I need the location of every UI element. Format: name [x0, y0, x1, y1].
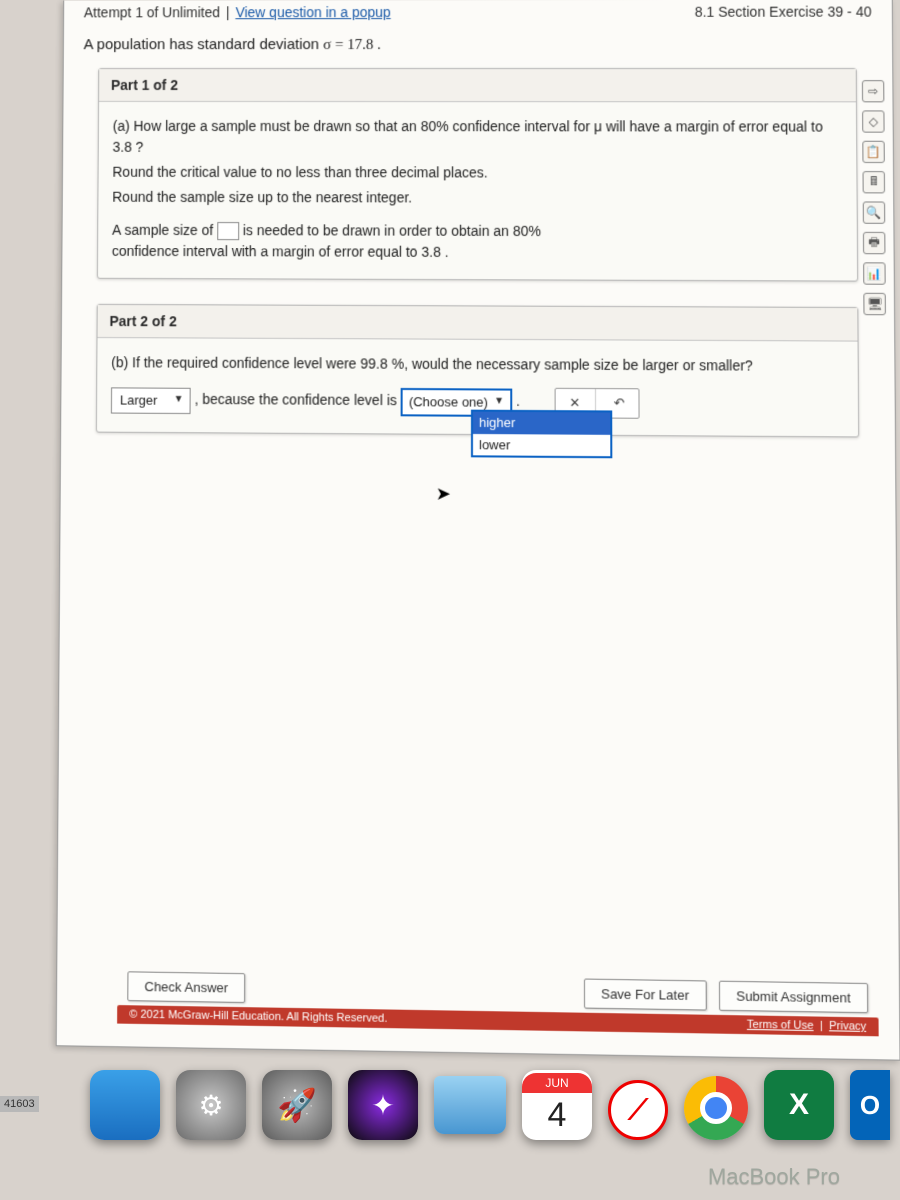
submit-assignment-button[interactable]: Submit Assignment	[719, 981, 869, 1014]
reason-dropdown[interactable]: higher lower	[471, 410, 612, 459]
view-in-popup-link[interactable]: View question in a popup	[235, 4, 390, 20]
outlook-icon[interactable]: O	[850, 1070, 890, 1140]
section-label: 8.1 Section Exercise 39 - 40	[695, 4, 872, 20]
tool-rail: ⇨ ◇ 📋 🖩 🔍 🖶 📊 🖥	[862, 80, 890, 315]
part1-title: Part 1 of 2	[99, 69, 856, 102]
intro-text: A population has standard deviation	[84, 36, 324, 53]
launchpad-icon[interactable]: 🚀	[262, 1070, 332, 1140]
dock-region: 41603 ⚙ 🚀 ✦ JUN 4 ⟋ X O	[0, 1040, 900, 1140]
siri-icon[interactable]: ✦	[348, 1070, 418, 1140]
chrome-icon[interactable]	[684, 1076, 748, 1140]
privacy-link[interactable]: Privacy	[829, 1020, 866, 1033]
rail-icon-8[interactable]: 🖥	[863, 293, 886, 315]
anydesk-icon[interactable]: ⟋	[608, 1080, 668, 1140]
calendar-icon[interactable]: JUN 4	[522, 1070, 592, 1140]
assignment-window: Attempt 1 of Unlimited | View question i…	[56, 0, 900, 1061]
sigma-value: σ = 17.8 .	[323, 37, 381, 53]
terms-link[interactable]: Terms of Use	[747, 1019, 814, 1033]
ans-post2: confidence interval with a margin of err…	[112, 243, 449, 260]
bottom-bar: Check Answer Save For Later Submit Assig…	[57, 964, 899, 1037]
copyright-text: © 2021 McGraw-Hill Education. All Rights…	[129, 1008, 387, 1025]
check-answer-button[interactable]: Check Answer	[127, 971, 245, 1003]
part2-card: Part 2 of 2 (b) If the required confiden…	[96, 304, 859, 437]
because-text: , because the confidence level is	[194, 391, 400, 408]
part1-question-a: (a) How large a sample must be drawn so …	[113, 116, 843, 159]
rail-icon-2[interactable]: ◇	[862, 110, 884, 132]
rail-icon-6[interactable]: 🖶	[863, 232, 886, 254]
left-badge: 41603	[0, 1096, 39, 1112]
option-higher[interactable]: higher	[473, 412, 610, 435]
cursor-icon: ➤	[436, 483, 451, 504]
finder-icon[interactable]	[90, 1070, 160, 1140]
problem-intro: A population has standard deviation σ = …	[64, 26, 893, 68]
excel-icon[interactable]: X	[764, 1070, 834, 1140]
part1-hint1: Round the critical value to no less than…	[112, 162, 842, 184]
larger-smaller-select[interactable]: Larger	[111, 387, 191, 413]
rail-icon-5[interactable]: 🔍	[863, 201, 886, 223]
ans-post1: is needed to be drawn in order to obtain…	[243, 222, 541, 239]
rail-icon-3[interactable]: 📋	[862, 141, 885, 163]
question-header: Attempt 1 of Unlimited | View question i…	[64, 0, 892, 26]
option-lower[interactable]: lower	[473, 433, 610, 456]
larger-smaller-value: Larger	[120, 392, 157, 407]
sample-size-input[interactable]	[217, 222, 239, 240]
rail-icon-4[interactable]: 🖩	[863, 171, 886, 193]
folder-icon[interactable]	[434, 1076, 506, 1134]
macbook-label: MacBook Pro	[708, 1164, 840, 1190]
part1-card: Part 1 of 2 (a) How large a sample must …	[97, 68, 858, 282]
reason-placeholder: (Choose one)	[409, 394, 488, 410]
rail-icon-7[interactable]: 📊	[863, 262, 886, 284]
dock: ⚙ 🚀 ✦ JUN 4 ⟋ X O	[80, 1060, 900, 1140]
calendar-month: JUN	[522, 1073, 592, 1093]
calendar-day: 4	[548, 1093, 567, 1137]
rail-icon-1[interactable]: ⇨	[862, 80, 884, 102]
part2-title: Part 2 of 2	[97, 305, 857, 342]
part1-hint2: Round the sample size up to the nearest …	[112, 187, 842, 210]
part2-question: (b) If the required confidence level wer…	[111, 352, 843, 377]
settings-icon[interactable]: ⚙	[176, 1070, 246, 1140]
save-for-later-button[interactable]: Save For Later	[584, 979, 707, 1011]
ans-pre: A sample size of	[112, 222, 217, 238]
attempt-label: Attempt 1 of Unlimited	[84, 4, 220, 20]
